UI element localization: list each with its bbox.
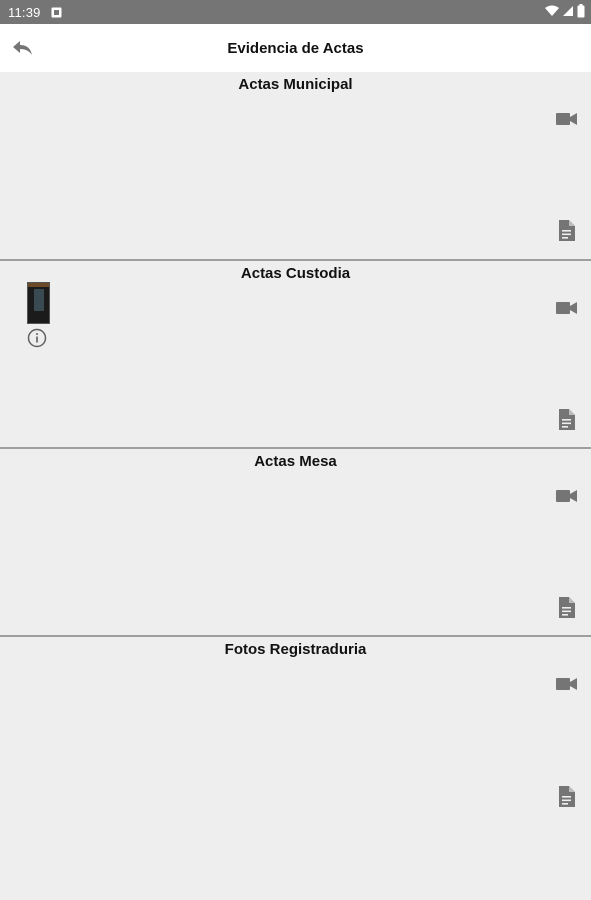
section-title: Actas Municipal: [238, 76, 353, 93]
section-actas-municipal: Actas Municipal: [0, 72, 591, 259]
video-camera-icon[interactable]: [556, 300, 578, 316]
document-icon[interactable]: [558, 220, 575, 241]
thumbnail-detail: [34, 289, 44, 311]
page-title: Evidencia de Actas: [227, 39, 364, 57]
section-fotos-registraduria: Fotos Registraduria: [0, 637, 591, 900]
app-bar: Evidencia de Actas: [0, 24, 591, 72]
document-icon[interactable]: [558, 786, 575, 807]
battery-icon: [577, 4, 585, 21]
info-icon[interactable]: [27, 328, 47, 348]
status-time: 11:39: [8, 4, 41, 20]
document-icon[interactable]: [558, 409, 575, 430]
section-actas-custodia: Actas Custodia: [0, 261, 591, 447]
section-title: Fotos Registraduria: [224, 641, 367, 658]
section-title: Actas Custodia: [240, 265, 351, 282]
video-camera-icon[interactable]: [556, 676, 578, 692]
video-camera-icon[interactable]: [556, 111, 578, 127]
status-bar: 11:39: [0, 0, 591, 24]
document-icon[interactable]: [558, 597, 575, 618]
evidence-thumbnail[interactable]: [27, 282, 50, 324]
thumbnail-detail: [28, 283, 49, 287]
section-actas-mesa: Actas Mesa: [0, 449, 591, 635]
signal-icon: [562, 5, 574, 20]
video-camera-icon[interactable]: [556, 488, 578, 504]
back-arrow-icon[interactable]: [10, 36, 36, 60]
notification-icon: [51, 7, 62, 18]
wifi-icon: [545, 5, 559, 20]
section-title: Actas Mesa: [254, 453, 337, 470]
